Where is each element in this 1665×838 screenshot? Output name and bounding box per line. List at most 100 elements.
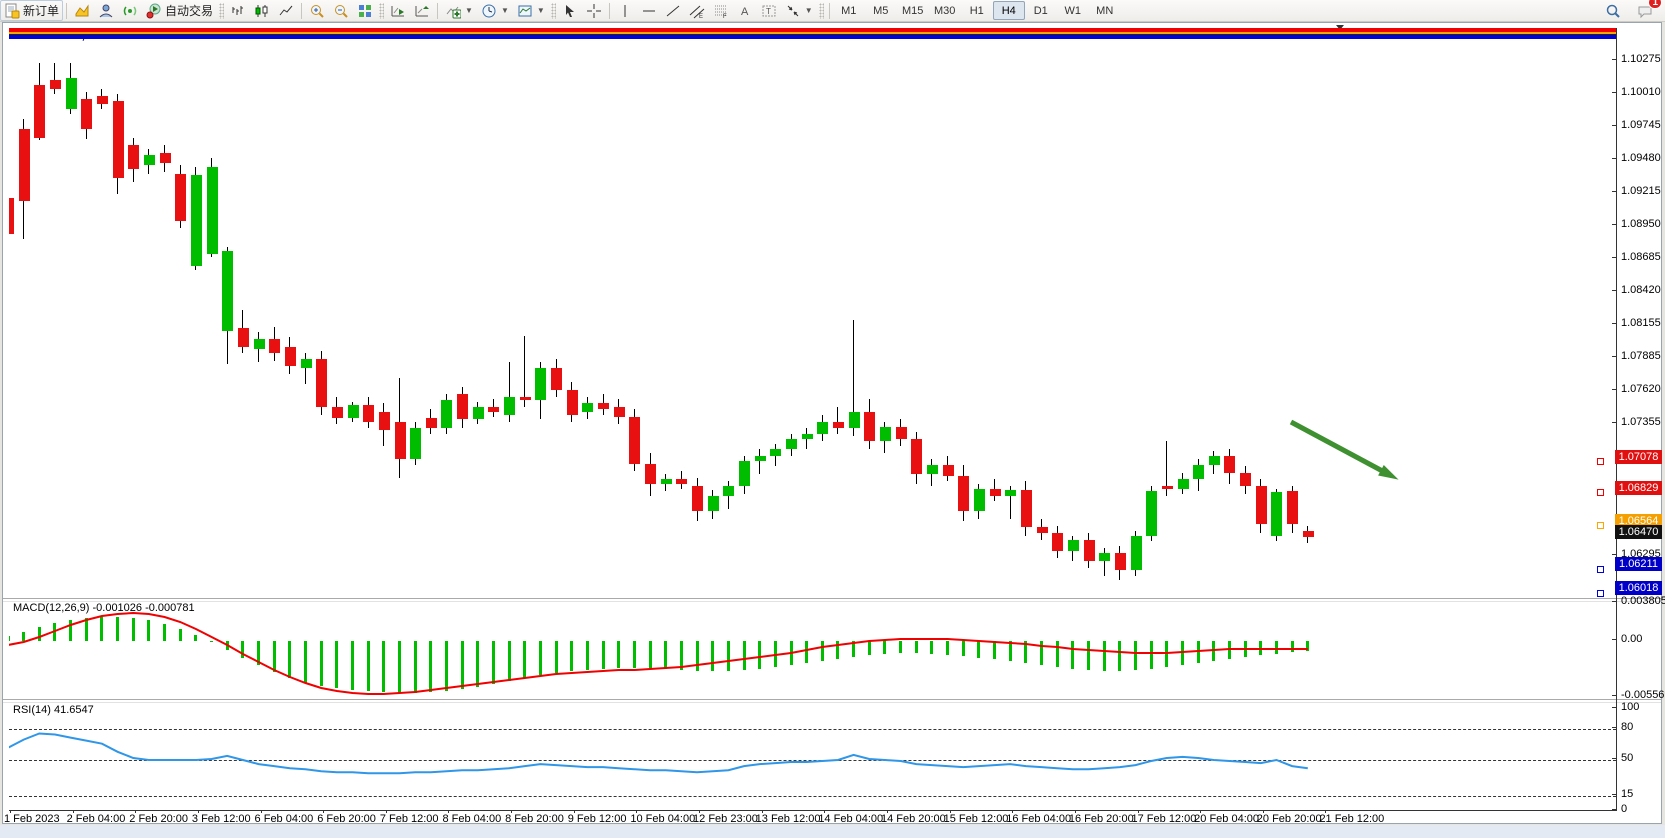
autotrading-button[interactable]: 自动交易 [142,0,217,21]
candle[interactable] [614,407,625,417]
candle[interactable] [66,78,77,109]
horizontal-line[interactable] [9,37,1616,39]
crosshair-button[interactable] [582,0,606,21]
chevron-down-icon[interactable]: ▼ [805,6,813,15]
candle[interactable] [661,479,672,484]
candle[interactable] [535,368,546,400]
candle[interactable] [426,418,437,428]
candle[interactable] [974,489,985,511]
timeframe-button-h1[interactable]: H1 [961,1,993,20]
horizontal-line-button[interactable] [637,0,661,21]
candle[interactable] [410,428,421,459]
candle[interactable] [582,403,593,412]
candle[interactable] [723,486,734,496]
candle[interactable] [457,394,468,419]
fibonacci-button[interactable]: F [709,0,733,21]
candle[interactable] [473,407,484,419]
trendline-button[interactable] [661,0,685,21]
candle[interactable] [990,489,1001,496]
profiles-button[interactable] [70,0,94,21]
candle[interactable] [1021,490,1032,527]
candle[interactable] [332,407,343,418]
candle[interactable] [363,405,374,421]
candle[interactable] [81,99,92,129]
candle[interactable] [1052,533,1063,550]
line-anchor-marker[interactable] [1597,458,1604,465]
candle[interactable] [1178,479,1189,489]
chart-shift-button[interactable] [410,0,434,21]
candle[interactable] [1271,492,1282,536]
timeframe-button-m1[interactable]: M1 [833,1,865,20]
zoom-in-button[interactable] [305,0,329,21]
rsi-pane[interactable] [9,702,1616,810]
templates-button[interactable]: ▼ [513,0,549,21]
candle[interactable] [943,465,954,476]
candle[interactable] [927,465,938,474]
candle[interactable] [488,407,499,412]
timeframe-button-m5[interactable]: M5 [865,1,897,20]
cursor-button[interactable] [558,0,582,21]
candle[interactable] [551,368,562,390]
candle[interactable] [645,464,656,484]
candle[interactable] [285,347,296,366]
candle[interactable] [786,439,797,449]
candle[interactable] [880,427,891,442]
candle[interactable] [676,479,687,484]
candle[interactable] [191,175,202,266]
timeframe-button-d1[interactable]: D1 [1025,1,1057,20]
candle[interactable] [598,403,609,409]
candle[interactable] [238,328,249,347]
candle[interactable] [692,486,703,511]
macd-pane[interactable] [9,600,1616,698]
candle[interactable] [441,400,452,427]
community-button[interactable] [94,0,118,21]
candle[interactable] [160,153,171,163]
line-anchor-marker[interactable] [1597,566,1604,573]
candle[interactable] [254,339,265,349]
chevron-down-icon[interactable]: ▼ [537,6,545,15]
candle[interactable] [19,129,30,201]
line-anchor-marker[interactable] [1597,590,1604,597]
candle[interactable] [896,427,907,439]
timeframe-button-m15[interactable]: M15 [897,1,929,20]
label-button[interactable]: T [757,0,781,21]
candle[interactable] [316,359,327,406]
candle[interactable] [1005,490,1016,496]
line-anchor-marker[interactable] [1597,522,1604,529]
candle[interactable] [567,390,578,415]
candle[interactable] [1037,527,1048,533]
candle[interactable] [504,397,515,416]
chevron-down-icon[interactable]: ▼ [465,6,473,15]
candle[interactable] [1099,553,1110,560]
candle[interactable] [97,96,108,105]
candle[interactable] [817,422,828,434]
tile-windows-button[interactable] [353,0,377,21]
search-button[interactable] [1601,0,1625,21]
candle[interactable] [9,198,14,234]
candle[interactable] [1115,553,1126,569]
arrows-button[interactable]: ▼ [781,0,817,21]
candle[interactable] [1068,540,1079,551]
candle[interactable] [755,456,766,461]
candle[interactable] [833,422,844,428]
candle[interactable] [1240,473,1251,487]
candle[interactable] [128,145,139,169]
candle[interactable] [207,167,218,254]
candle[interactable] [708,496,719,511]
candle[interactable] [629,417,640,464]
chart-window[interactable]: EURUSD-,H4 1.06480 1.06521 1.06447 1.064… [2,22,1662,824]
timeframe-button-m30[interactable]: M30 [929,1,961,20]
candle[interactable] [175,174,186,221]
candle[interactable] [958,476,969,511]
bar-chart-button[interactable] [226,0,250,21]
zoom-out-button[interactable] [329,0,353,21]
candle[interactable] [864,412,875,442]
line-anchor-marker[interactable] [1597,489,1604,496]
candle[interactable] [770,449,781,456]
candle[interactable] [269,339,280,353]
candle[interactable] [1303,531,1314,537]
candle[interactable] [739,461,750,486]
candle[interactable] [301,359,312,368]
auto-scroll-button[interactable] [386,0,410,21]
timeframe-button-w1[interactable]: W1 [1057,1,1089,20]
